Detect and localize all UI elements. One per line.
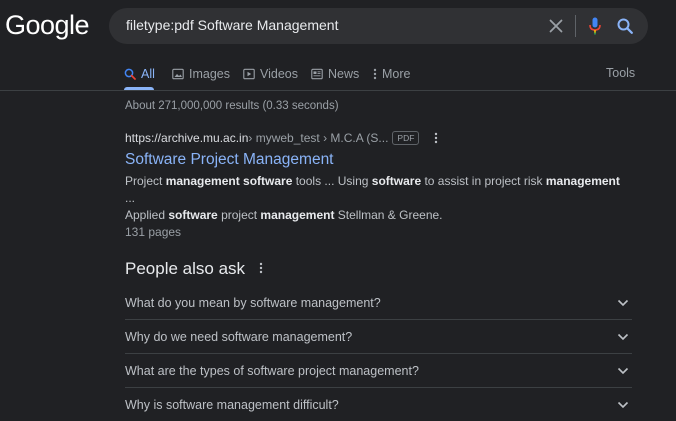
tab-label: News xyxy=(328,67,360,81)
image-icon xyxy=(172,68,184,80)
tab-videos[interactable]: Videos xyxy=(243,64,298,84)
result-domain: https://archive.mu.ac.in xyxy=(125,131,249,145)
news-icon xyxy=(311,68,323,80)
paa-question-text: Why is software management difficult? xyxy=(125,398,339,412)
snippet-highlight: management xyxy=(260,208,335,222)
chevron-down-icon xyxy=(616,330,630,344)
paa-question[interactable]: What are the types of software project m… xyxy=(125,354,632,388)
more-vert-icon xyxy=(259,262,263,274)
pdf-badge: PDF xyxy=(392,131,420,145)
paa-question[interactable]: Why do we need software management? xyxy=(125,320,632,354)
close-icon xyxy=(549,19,563,33)
result-stats: About 271,000,000 results (0.33 seconds) xyxy=(125,100,339,112)
snippet-text: Applied xyxy=(125,208,169,222)
google-logo[interactable]: Google xyxy=(5,10,90,41)
search-button[interactable] xyxy=(614,15,636,37)
snippet-text: to assist in project risk xyxy=(421,174,546,188)
snippet-highlight: management xyxy=(545,174,620,188)
search-result: https://archive.mu.ac.in › myweb_test › … xyxy=(125,130,625,241)
paa-question-text: Why do we need software management? xyxy=(125,330,353,344)
voice-search-button[interactable] xyxy=(585,15,605,37)
chevron-down-icon xyxy=(616,296,630,310)
chevron-down-icon xyxy=(616,398,630,412)
tab-label: All xyxy=(141,67,155,81)
snippet-line: Applied software project management Stel… xyxy=(125,207,625,224)
result-options-button[interactable] xyxy=(431,131,441,145)
result-path: › myweb_test › M.C.A (S... xyxy=(248,131,389,145)
people-also-ask-list: What do you mean by software management?… xyxy=(125,286,632,421)
microphone-icon xyxy=(589,17,601,35)
chevron-down-icon xyxy=(616,364,630,378)
snippet-text: ... xyxy=(125,191,136,205)
paa-question-text: What do you mean by software management? xyxy=(125,296,381,310)
clear-search-button[interactable] xyxy=(546,16,566,36)
snippet-text: tools ... Using xyxy=(292,174,372,188)
search-icon xyxy=(124,68,136,80)
tab-label: Videos xyxy=(260,67,298,81)
tools-button[interactable]: Tools xyxy=(606,66,635,80)
snippet-line: Project management software tools ... Us… xyxy=(125,173,625,207)
more-vert-icon xyxy=(373,68,377,80)
people-also-ask-heading: People also ask xyxy=(125,259,246,278)
result-citation[interactable]: https://archive.mu.ac.in › myweb_test › … xyxy=(125,130,625,146)
header-divider xyxy=(0,90,676,91)
paa-question-text: What are the types of software project m… xyxy=(125,364,419,378)
paa-options-button[interactable] xyxy=(256,261,266,275)
search-icon xyxy=(617,18,633,34)
tab-images[interactable]: Images xyxy=(172,64,230,84)
tab-label: Images xyxy=(189,67,230,81)
snippet-text: Stellman & Greene. xyxy=(334,208,443,222)
snippet-highlight: management software xyxy=(165,174,293,188)
video-icon xyxy=(243,68,255,80)
tab-news[interactable]: News xyxy=(311,64,359,84)
snippet-highlight: software xyxy=(168,208,218,222)
snippet-text: project xyxy=(217,208,261,222)
tab-all[interactable]: All xyxy=(124,64,155,84)
snippet-text: Project xyxy=(125,174,166,188)
paa-question[interactable]: Why is software management difficult? xyxy=(125,388,632,421)
paa-question[interactable]: What do you mean by software management? xyxy=(125,286,632,320)
result-title-link[interactable]: Software Project Management xyxy=(125,151,625,169)
snippet-highlight: software xyxy=(371,174,422,188)
more-vert-icon xyxy=(435,132,438,144)
search-box-divider xyxy=(575,15,576,37)
tab-more[interactable]: More xyxy=(373,64,410,84)
tab-label: More xyxy=(382,67,411,81)
result-snippet: Project management software tools ... Us… xyxy=(125,173,625,224)
search-input[interactable]: filetype:pdf Software Management xyxy=(126,17,338,33)
search-results-page: Google filetype:pdf Software Management xyxy=(0,0,676,421)
page-count: 131 pages xyxy=(125,225,182,239)
search-box[interactable]: filetype:pdf Software Management xyxy=(109,8,648,44)
